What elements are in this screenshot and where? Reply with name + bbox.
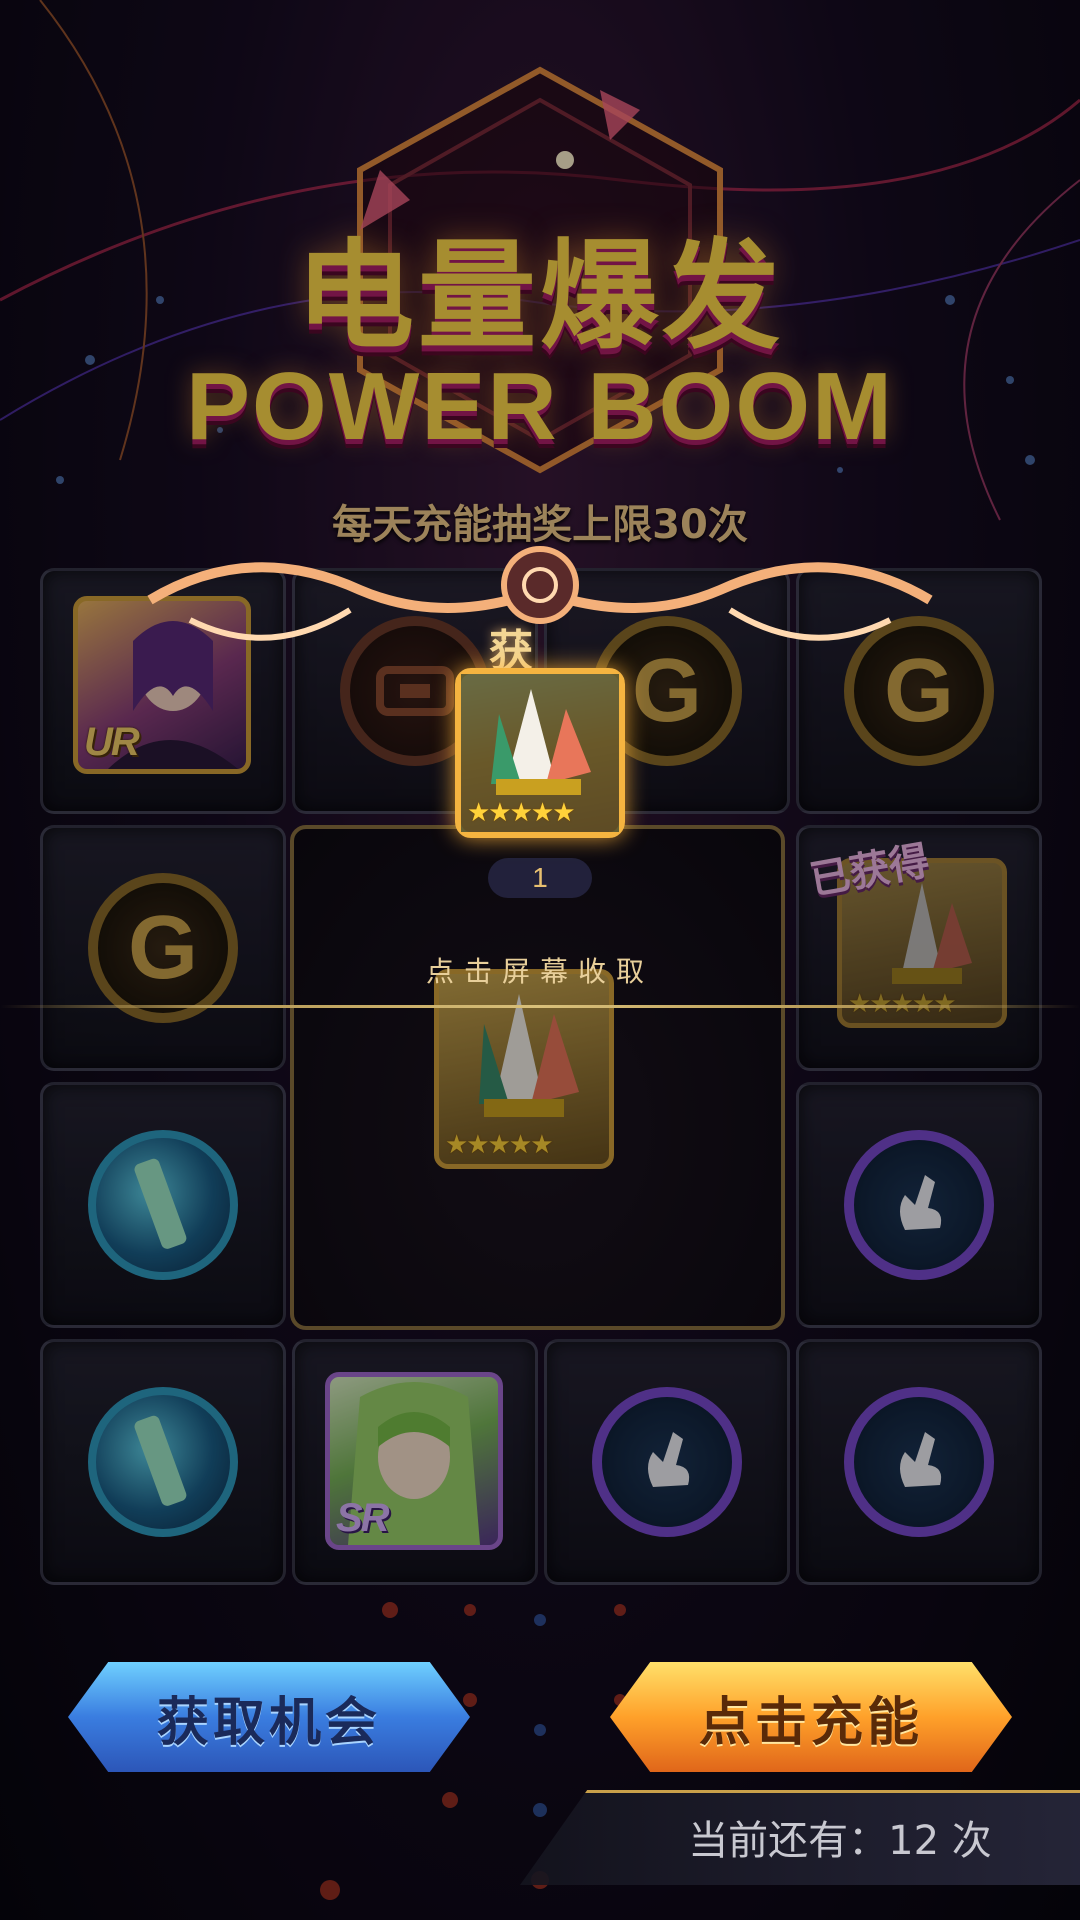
reward-card: ★★★★★ [455, 668, 625, 838]
reward-count: 1 [488, 858, 592, 898]
star-rating: ★★★★★ [467, 798, 576, 828]
remaining-count-text: 当前还有：12 次 [688, 1818, 992, 1864]
get-chance-button[interactable]: 获取机会 [68, 1662, 470, 1772]
divider-line [0, 1005, 1080, 1008]
tap-to-collect-hint: 点击屏幕收取 [425, 955, 654, 988]
charge-button[interactable]: 点击充能 [610, 1662, 1012, 1772]
